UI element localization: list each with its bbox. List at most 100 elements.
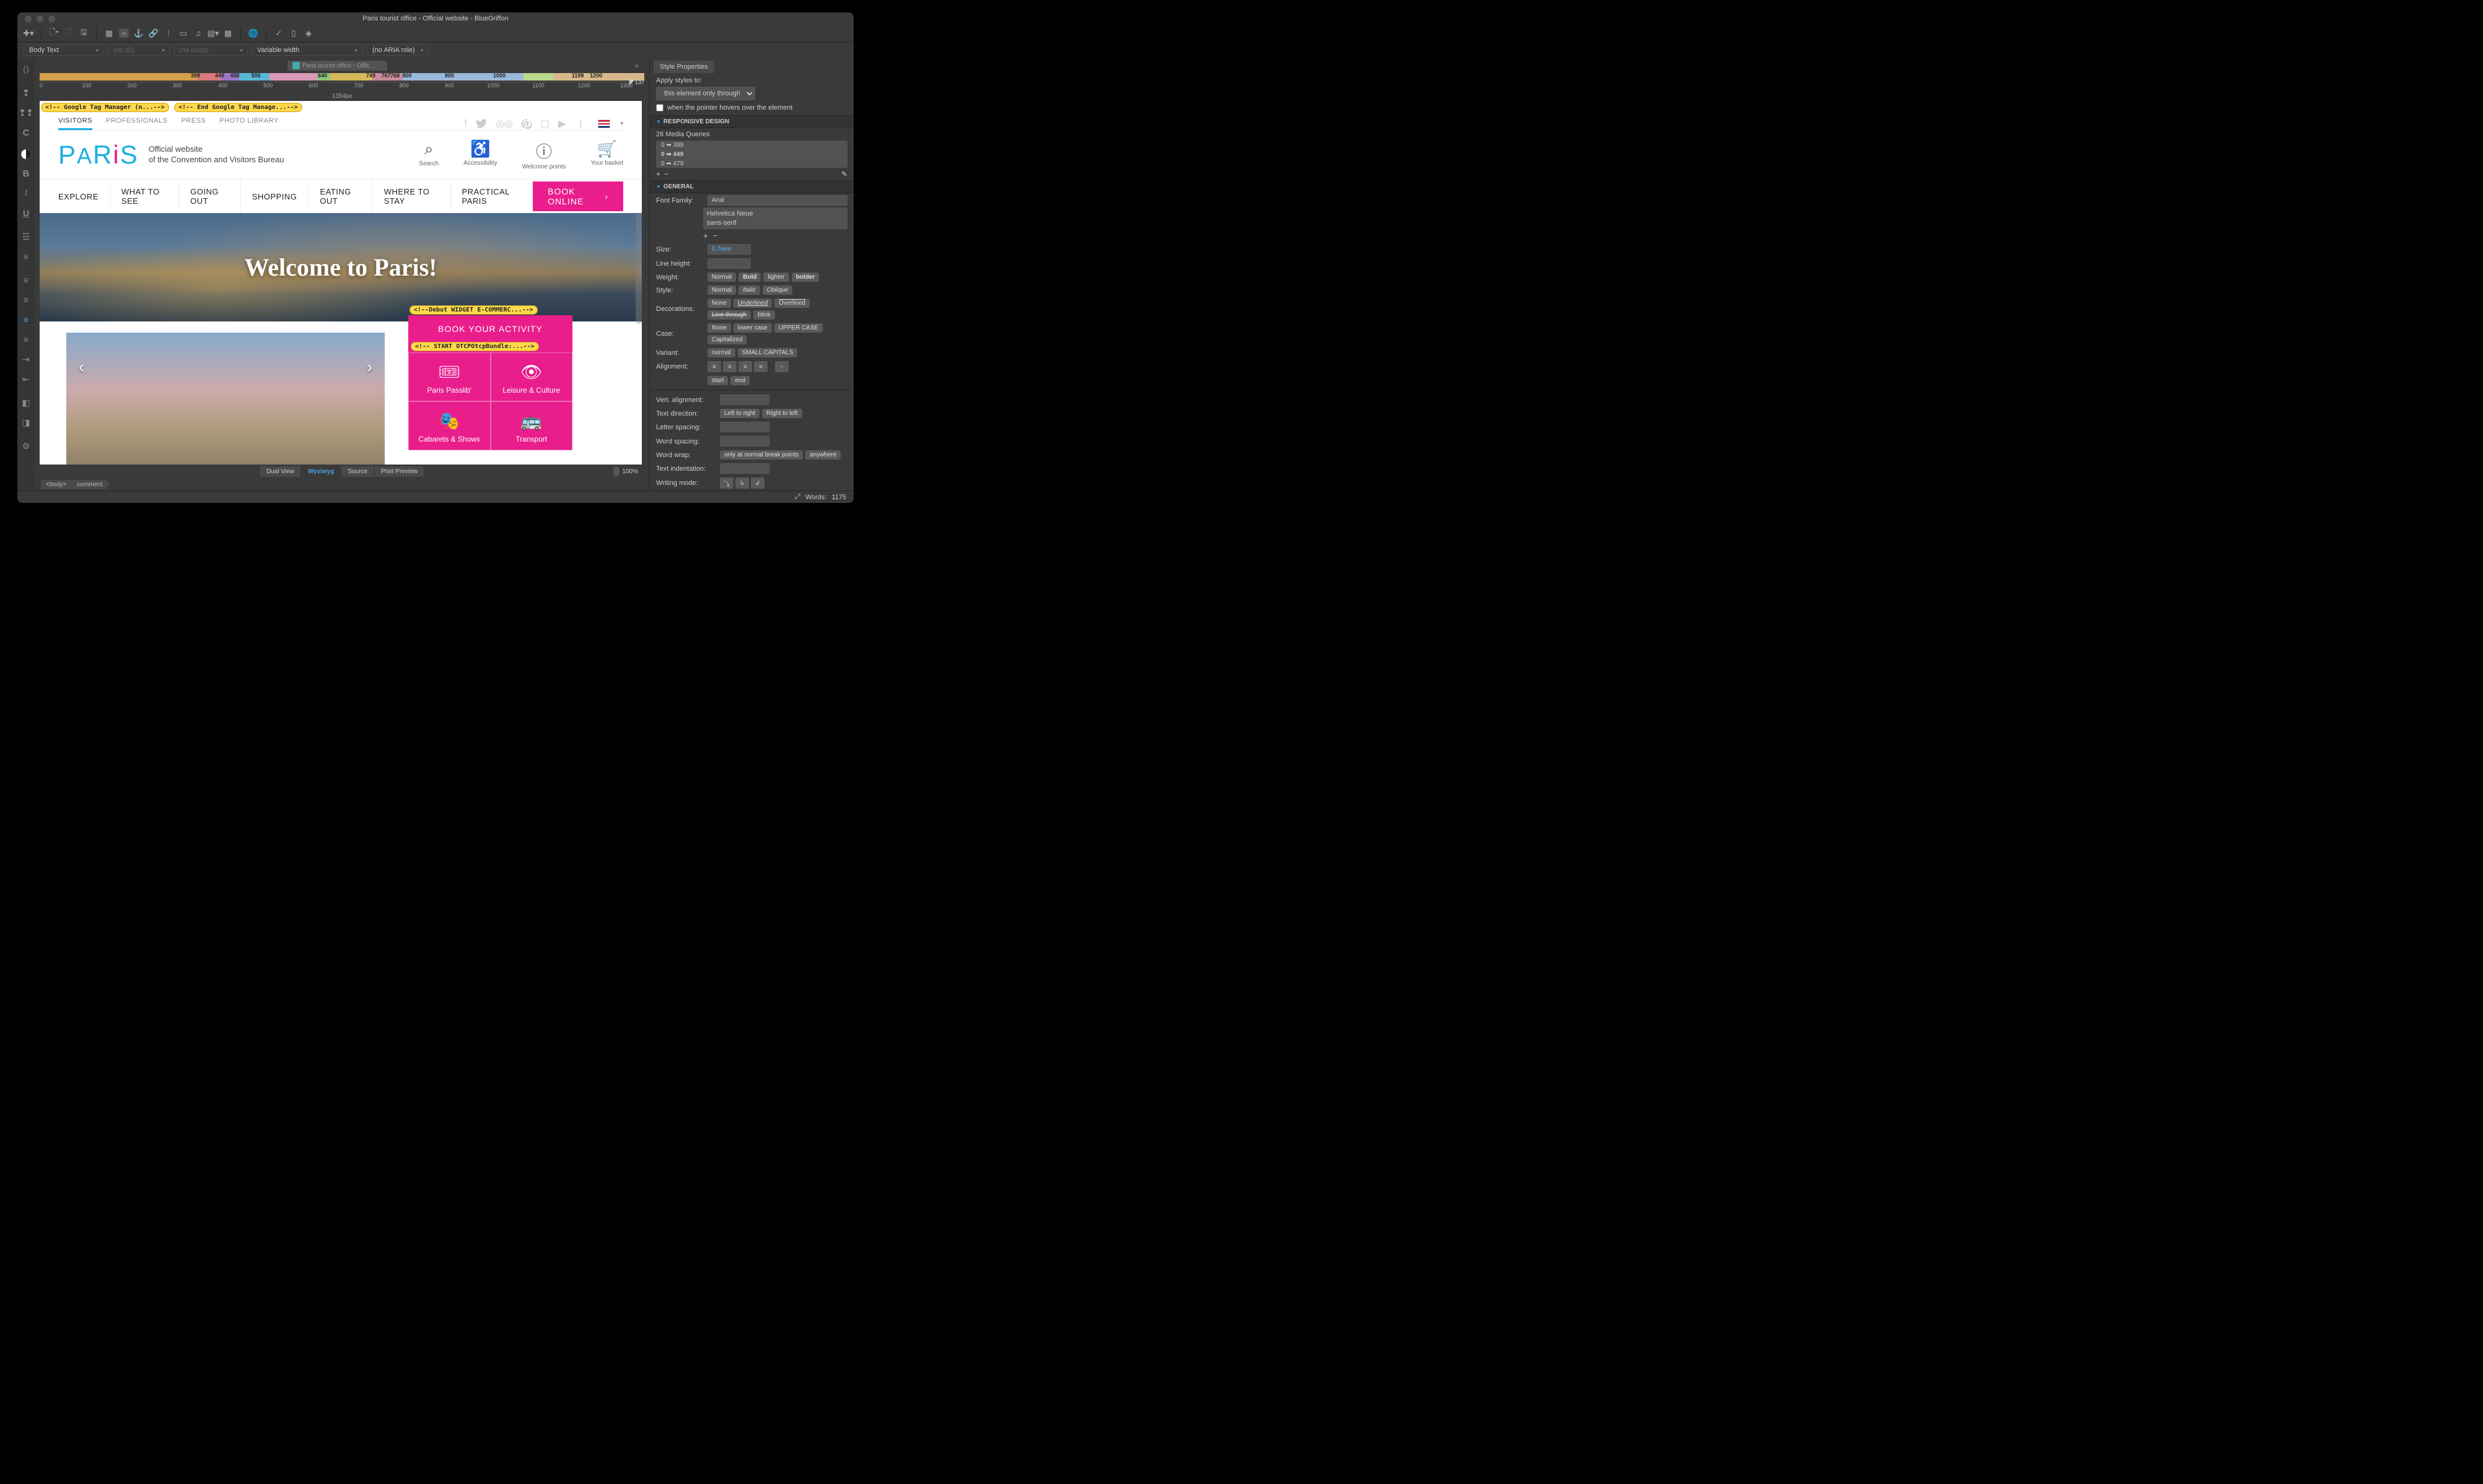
carousel-next-icon[interactable]: › bbox=[367, 357, 372, 377]
superscript-icon[interactable]: ◨ bbox=[20, 416, 32, 429]
width-selector[interactable]: Variable width▾ bbox=[252, 45, 363, 56]
crumb-comment[interactable]: comment bbox=[72, 480, 110, 489]
italic-icon[interactable]: I bbox=[20, 187, 32, 199]
basket-tool[interactable]: 🛒Your basket bbox=[591, 139, 623, 170]
element-selector[interactable]: Body Text▾ bbox=[24, 45, 104, 56]
c-icon[interactable]: C bbox=[20, 126, 32, 139]
writing-lr-btn[interactable]: ↲ bbox=[751, 478, 764, 489]
site-tab-press[interactable]: PRESS bbox=[182, 117, 206, 130]
align-center-btn[interactable]: ≡ bbox=[723, 361, 737, 372]
exclaim-icon[interactable]: ❢ bbox=[20, 87, 32, 99]
activity-leisure[interactable]: 👁Leisure & Culture bbox=[491, 352, 573, 401]
table-icon[interactable]: ▦ bbox=[104, 28, 114, 38]
mq-remove-icon[interactable]: − bbox=[664, 170, 668, 178]
activity-cabarets[interactable]: 🎭Cabarets & Shows bbox=[408, 401, 491, 450]
font-stack-list[interactable]: Helvetica Neuesans-serif bbox=[703, 207, 847, 229]
twitter-icon[interactable] bbox=[476, 119, 487, 128]
svg-icon[interactable]: ✓ bbox=[274, 28, 284, 38]
welcome-tool[interactable]: ⓘWelcome points bbox=[522, 139, 566, 170]
site-tab-visitors[interactable]: VISITORS bbox=[58, 117, 92, 130]
crumb-body[interactable]: <body> bbox=[41, 480, 74, 489]
id-selector[interactable]: (no ID)▾ bbox=[108, 45, 170, 56]
nav-whattosee[interactable]: WHAT TO SEE bbox=[110, 180, 179, 213]
general-section-header[interactable]: GENERAL bbox=[650, 180, 854, 193]
minimize-window-button[interactable] bbox=[37, 15, 43, 22]
new-tab-button[interactable]: + bbox=[634, 61, 639, 71]
responsive-section-header[interactable]: RESPONSIVE DESIGN bbox=[650, 115, 854, 128]
settings-icon[interactable]: ⚙ bbox=[20, 440, 32, 452]
strikethrough-icon[interactable]: ◧ bbox=[20, 396, 32, 409]
font-family-field[interactable] bbox=[707, 195, 847, 206]
resize-grip-icon[interactable]: ⤢ bbox=[795, 493, 800, 501]
view-source[interactable]: Source bbox=[341, 466, 374, 477]
code-view-icon[interactable]: ⟨⟩ bbox=[20, 63, 32, 76]
underline-icon[interactable]: U bbox=[20, 207, 32, 219]
outdent-icon[interactable]: ⇤ bbox=[20, 373, 32, 385]
canvas-scrollbar[interactable] bbox=[636, 212, 642, 324]
facebook-icon[interactable]: f bbox=[465, 118, 467, 129]
writing-tb-btn[interactable]: ⤵ bbox=[720, 478, 734, 489]
nav-wheretostay[interactable]: WHERE TO STAY bbox=[373, 180, 451, 213]
nav-explore[interactable]: EXPLORE bbox=[58, 185, 110, 209]
image-icon[interactable]: 🖼 bbox=[119, 28, 129, 38]
line-height-field[interactable] bbox=[707, 258, 751, 269]
video-icon[interactable]: ▭ bbox=[178, 28, 188, 38]
aria-selector[interactable]: (no ARIA role)▾ bbox=[367, 45, 429, 56]
hero-carousel[interactable]: ‹ › bbox=[61, 328, 390, 465]
mq-add-icon[interactable]: + bbox=[656, 170, 660, 178]
bold-icon[interactable]: B bbox=[20, 167, 32, 180]
nav-practical[interactable]: PRACTICAL PARIS bbox=[451, 180, 533, 213]
save-icon[interactable]: 🖫 bbox=[79, 28, 89, 38]
browser-icon[interactable]: 🌐 bbox=[248, 28, 258, 38]
comment-ecommerce[interactable]: <!--Debut WIDGET E-COMMERC...--> bbox=[409, 305, 538, 315]
language-flag[interactable] bbox=[598, 120, 610, 128]
pause-icon[interactable]: ❢❢ bbox=[20, 107, 32, 119]
align-justify-btn[interactable]: ≡ bbox=[754, 361, 768, 372]
close-window-button[interactable] bbox=[25, 15, 32, 22]
align-right-icon[interactable]: ≡ bbox=[20, 313, 32, 326]
comment-otcp[interactable]: <!-- START OTCPOtcpBundle:...--> bbox=[411, 342, 539, 351]
pixel-ruler[interactable]: 0 100 200 300 400 500 600 700 800 900 10… bbox=[40, 82, 644, 92]
form-icon[interactable]: ▤▾ bbox=[208, 28, 218, 38]
font-add-icon[interactable]: + bbox=[703, 231, 708, 240]
breakpoint-ruler[interactable]: 399 449 450 500 640 749 767 768 800 900 … bbox=[40, 73, 644, 81]
instagram-icon[interactable]: ▢ bbox=[540, 118, 550, 130]
align-justify-icon[interactable]: ≡ bbox=[20, 333, 32, 346]
ruler-marker[interactable]: ◤137 bbox=[629, 77, 644, 86]
writing-rl-btn[interactable]: ↳ bbox=[735, 478, 749, 489]
search-tool[interactable]: ⌕Search bbox=[419, 139, 439, 170]
word-spacing-field[interactable] bbox=[720, 436, 769, 447]
apply-styles-select[interactable]: this element only through its ID bbox=[656, 87, 755, 100]
nav-eatingout[interactable]: EATING OUT bbox=[309, 180, 372, 213]
zoom-window-button[interactable] bbox=[48, 15, 55, 22]
link-icon[interactable]: 🔗 bbox=[149, 28, 159, 38]
view-print[interactable]: Print Preview bbox=[375, 466, 424, 477]
comment-gtm-end[interactable]: <!-- End Google Tag Manage...--> bbox=[174, 103, 302, 112]
hr-icon[interactable]: ⁝ bbox=[164, 28, 173, 38]
list-ol-icon[interactable]: ≡ bbox=[20, 250, 32, 263]
view-wysiwyg[interactable]: Wysiwyg bbox=[302, 466, 341, 477]
chars-icon[interactable]: ▦ bbox=[223, 28, 233, 38]
align-none-btn[interactable]: ▫ bbox=[775, 361, 789, 372]
youtube-icon[interactable]: ▶ bbox=[558, 118, 566, 130]
font-size-field[interactable] bbox=[707, 244, 751, 255]
valign-field[interactable] bbox=[720, 395, 769, 405]
font-remove-icon[interactable]: − bbox=[713, 231, 718, 240]
site-tab-professionals[interactable]: PROFESSIONALS bbox=[106, 117, 167, 130]
comment-gtm-start[interactable]: <!-- Google Tag Manager (n...--> bbox=[41, 103, 169, 112]
zoom-control[interactable]: 100% bbox=[613, 466, 638, 476]
nav-shopping[interactable]: SHOPPING bbox=[241, 185, 309, 209]
pinterest-icon[interactable] bbox=[522, 119, 532, 129]
carousel-prev-icon[interactable]: ‹ bbox=[79, 357, 84, 377]
align-left-btn[interactable]: ≡ bbox=[707, 361, 721, 372]
class-selector[interactable]: (no class)▾ bbox=[173, 45, 248, 56]
hover-checkbox[interactable]: when the pointer hovers over the element bbox=[656, 104, 847, 111]
align-right-btn[interactable]: ≡ bbox=[738, 361, 752, 372]
indent-icon[interactable]: ⇥ bbox=[20, 353, 32, 365]
media-query-list[interactable]: 0 ➡ 399 0 ➡ 449 0 ➡ 479 0 ➡ 640 0 ➡ 749 … bbox=[656, 141, 847, 168]
style-properties-tab[interactable]: Style Properties bbox=[654, 61, 714, 73]
list-ul-icon[interactable]: ☰ bbox=[20, 230, 32, 243]
activity-transport[interactable]: 🚌Transport bbox=[491, 401, 573, 450]
file-icon[interactable]: 🗋▾ bbox=[49, 28, 59, 38]
new-icon[interactable]: ✚▾ bbox=[24, 28, 33, 38]
